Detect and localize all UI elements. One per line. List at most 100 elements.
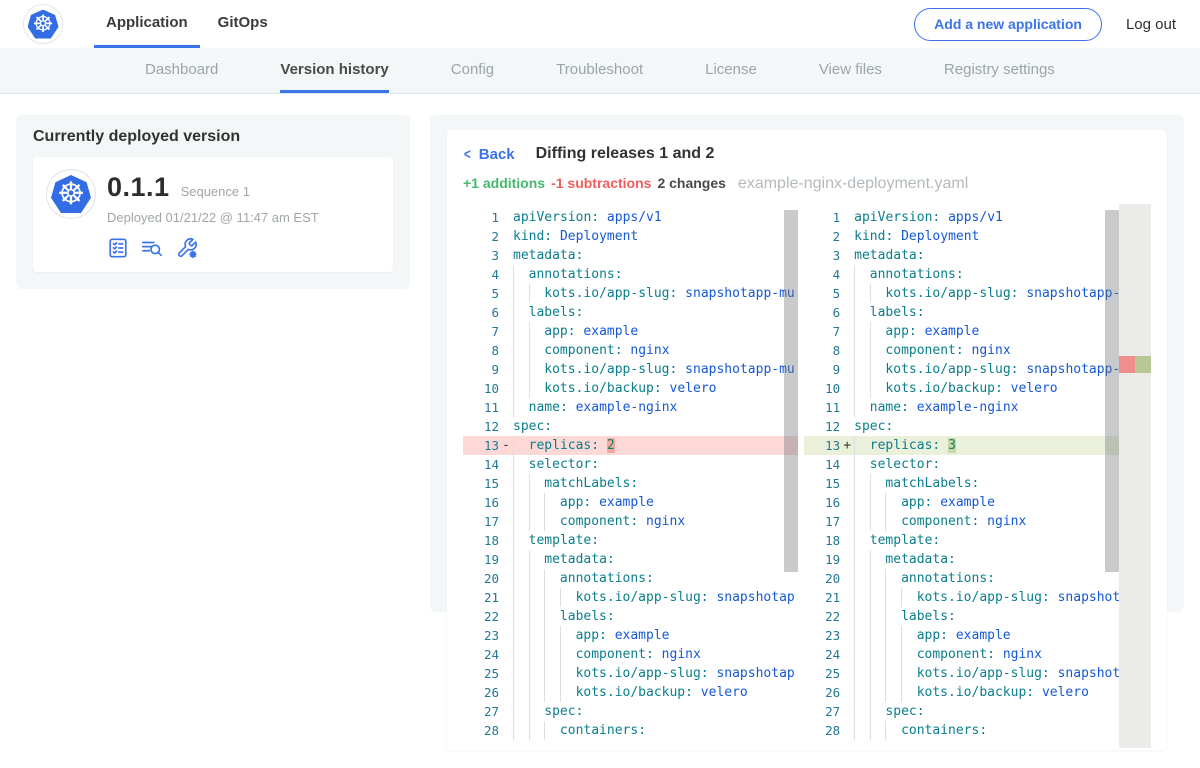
right-pane-scrollbar[interactable]: [1105, 210, 1119, 572]
diff-line: 4annotations:: [463, 265, 798, 284]
ruler-addition-marker: [1135, 356, 1151, 373]
diff-line: 5kots.io/app-slug: snapshotapp-mu: [463, 284, 798, 303]
diff-line: 19metadata:: [463, 550, 798, 569]
subnav-troubleshoot[interactable]: Troubleshoot: [556, 48, 643, 93]
diff-filename: example-nginx-deployment.yaml: [738, 175, 968, 193]
diff-line: 18template:: [463, 531, 798, 550]
diff-line: 2kind: Deployment: [463, 227, 798, 246]
deploy-logs-icon[interactable]: [140, 237, 164, 259]
version-number: 0.1.1: [107, 172, 170, 203]
diff-line: 13-replicas: 2: [463, 436, 798, 455]
diff-line: 21kots.io/app-slug: snapshotap: [804, 588, 1151, 607]
diff-pane-modified[interactable]: 1apiVersion: apps/v12kind: Deployment3me…: [804, 204, 1151, 748]
diff-line: 8component: nginx: [804, 341, 1151, 360]
diff-line: 14selector:: [463, 455, 798, 474]
diff-line: 28containers:: [463, 721, 798, 740]
diff-stats: +1 additions -1 subtractions 2 changes e…: [463, 175, 1151, 193]
subnav-dashboard[interactable]: Dashboard: [145, 48, 218, 93]
diff-line: 23app: example: [463, 626, 798, 645]
deployed-version-card: ☸ 0.1.1 Sequence 1 Deployed 01/21/22 @ 1…: [33, 157, 393, 272]
logout-link[interactable]: Log out: [1126, 16, 1176, 33]
app-subnav: Dashboard Version history Config Trouble…: [0, 48, 1200, 94]
diff-line: 11name: example-nginx: [804, 398, 1151, 417]
diff-line: 27spec:: [463, 702, 798, 721]
top-tabs: Application GitOps: [94, 0, 280, 48]
diff-line: 18template:: [804, 531, 1151, 550]
diff-line: 1apiVersion: apps/v1: [804, 208, 1151, 227]
diff-card: < Back Diffing releases 1 and 2 +1 addit…: [447, 130, 1167, 750]
subtractions-count: -1 subtractions: [551, 175, 651, 191]
diff-line: 2kind: Deployment: [804, 227, 1151, 246]
diff-line: 17component: nginx: [804, 512, 1151, 531]
diff-line: 4annotations:: [804, 265, 1151, 284]
diff-line: 26kots.io/backup: velero: [804, 683, 1151, 702]
diff-line: 16app: example: [463, 493, 798, 512]
diff-line: 25kots.io/app-slug: snapshotap: [804, 664, 1151, 683]
diff-line: 15matchLabels:: [804, 474, 1151, 493]
diff-line: 22labels:: [804, 607, 1151, 626]
diff-line: 23app: example: [804, 626, 1151, 645]
diff-line: 9kots.io/app-slug: snapshotapp-mu: [463, 360, 798, 379]
diff-line: 6labels:: [463, 303, 798, 322]
diff-line: 12spec:: [463, 417, 798, 436]
diff-line: 3metadata:: [463, 246, 798, 265]
subnav-license[interactable]: License: [705, 48, 757, 93]
diff-editor: 1apiVersion: apps/v12kind: Deployment3me…: [463, 204, 1151, 748]
diff-line: 7app: example: [804, 322, 1151, 341]
diff-line: 22labels:: [463, 607, 798, 626]
back-chevron-icon: <: [464, 146, 471, 163]
diff-line: 24component: nginx: [463, 645, 798, 664]
subnav-config[interactable]: Config: [451, 48, 494, 93]
diff-line: 19metadata:: [804, 550, 1151, 569]
diff-line: 7app: example: [463, 322, 798, 341]
sequence-label: Sequence 1: [181, 184, 250, 199]
diff-line: 16app: example: [804, 493, 1151, 512]
subnav-view-files[interactable]: View files: [819, 48, 882, 93]
diff-line: 15matchLabels:: [463, 474, 798, 493]
diff-line: 13+replicas: 3: [804, 436, 1151, 455]
app-brand: ☸: [24, 0, 62, 48]
ruler-deletion-marker: [1119, 356, 1135, 373]
subnav-version-history[interactable]: Version history: [280, 48, 388, 93]
changes-count: 2 changes: [657, 175, 725, 191]
diff-line: 10kots.io/backup: velero: [463, 379, 798, 398]
diff-line: 21kots.io/app-slug: snapshotap: [463, 588, 798, 607]
back-link[interactable]: < Back: [463, 146, 515, 163]
diff-line: 20annotations:: [463, 569, 798, 588]
diff-title: Diffing releases 1 and 2: [536, 145, 715, 163]
subnav-registry-settings[interactable]: Registry settings: [944, 48, 1055, 93]
kubernetes-logo-icon: ☸: [24, 5, 62, 43]
add-application-button[interactable]: Add a new application: [914, 8, 1102, 41]
diff-line: 26kots.io/backup: velero: [463, 683, 798, 702]
diff-line: 5kots.io/app-slug: snapshotapp-mu: [804, 284, 1151, 303]
diff-line: 3metadata:: [804, 246, 1151, 265]
diff-line: 8component: nginx: [463, 341, 798, 360]
left-pane-scrollbar[interactable]: [784, 210, 798, 572]
app-logo-icon: ☸: [47, 170, 95, 218]
version-history-panel: < Back Diffing releases 1 and 2 +1 addit…: [430, 115, 1184, 612]
diff-line: 24component: nginx: [804, 645, 1151, 664]
diff-line: 14selector:: [804, 455, 1151, 474]
diff-line: 6labels:: [804, 303, 1151, 322]
preflight-checks-icon[interactable]: [107, 237, 129, 259]
diff-overview-ruler[interactable]: [1119, 204, 1151, 748]
deployed-timestamp: Deployed 01/21/22 @ 11:47 am EST: [107, 210, 319, 225]
tab-gitops[interactable]: GitOps: [206, 0, 280, 48]
diff-line: 10kots.io/backup: velero: [804, 379, 1151, 398]
diff-line: 1apiVersion: apps/v1: [463, 208, 798, 227]
diff-line: 27spec:: [804, 702, 1151, 721]
configure-icon[interactable]: [175, 237, 199, 259]
diff-line: 25kots.io/app-slug: snapshotap: [463, 664, 798, 683]
diff-line: 20annotations:: [804, 569, 1151, 588]
diff-line: 28containers:: [804, 721, 1151, 740]
diff-line: 11name: example-nginx: [463, 398, 798, 417]
diff-pane-original[interactable]: 1apiVersion: apps/v12kind: Deployment3me…: [463, 204, 798, 748]
diff-line: 12spec:: [804, 417, 1151, 436]
tab-application[interactable]: Application: [94, 0, 200, 48]
diff-line: 9kots.io/app-slug: snapshotapp-mu: [804, 360, 1151, 379]
diff-line: 17component: nginx: [463, 512, 798, 531]
top-navbar: ☸ Application GitOps Add a new applicati…: [0, 0, 1200, 48]
deployed-card-title: Currently deployed version: [33, 128, 393, 146]
currently-deployed-card: Currently deployed version ☸ 0.1.1 Seque…: [16, 115, 410, 289]
additions-count: +1 additions: [463, 175, 545, 191]
